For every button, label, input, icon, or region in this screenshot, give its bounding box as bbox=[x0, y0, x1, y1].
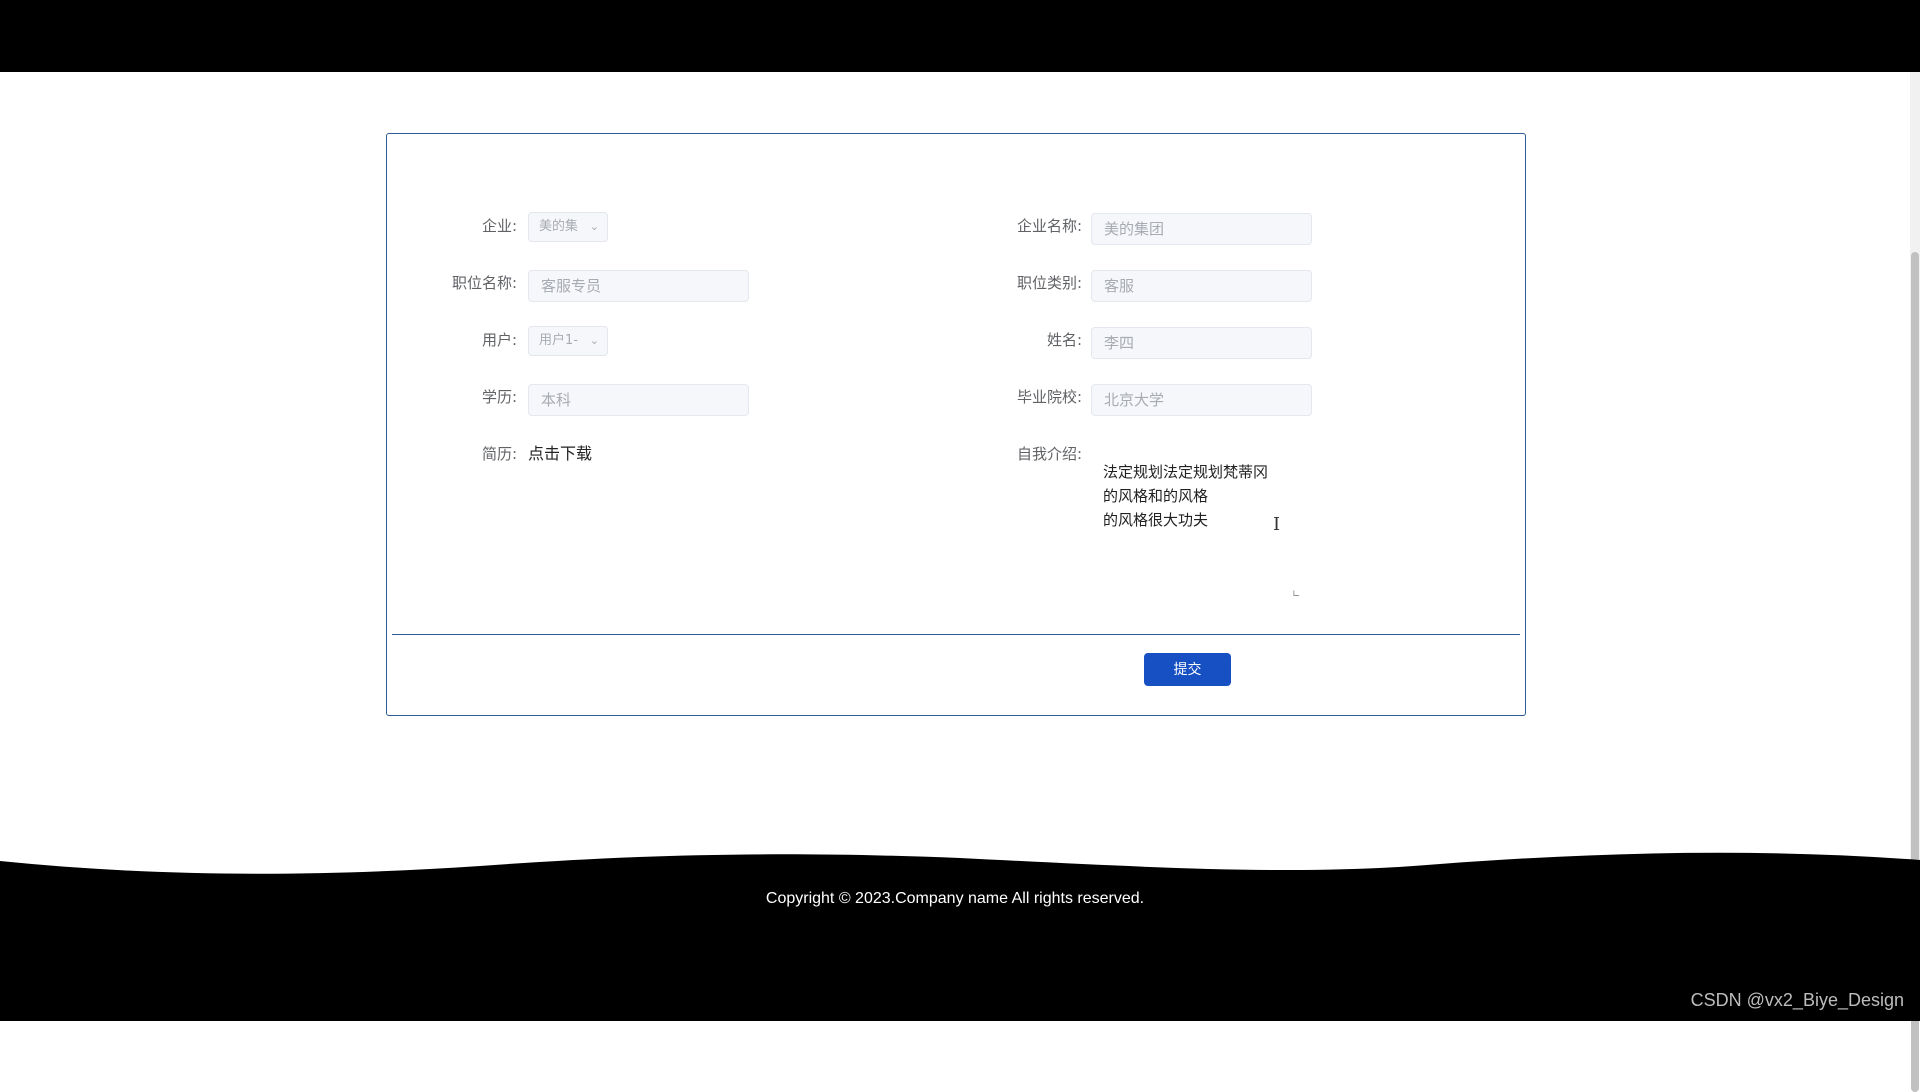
submit-button[interactable]: 提交 bbox=[1144, 653, 1231, 686]
company-select[interactable]: 美的集 ⌄ bbox=[528, 212, 608, 242]
chevron-down-icon: ⌄ bbox=[589, 334, 599, 347]
school-label: 毕业院校: bbox=[1016, 388, 1082, 406]
resize-handle-icon[interactable]: ∟ bbox=[1292, 590, 1302, 600]
user-label: 用户: bbox=[481, 331, 517, 349]
top-header-bar bbox=[0, 0, 1920, 72]
text-cursor-icon: I bbox=[1273, 514, 1281, 535]
job-title-label: 职位名称: bbox=[451, 274, 517, 292]
intro-label: 自我介绍: bbox=[1016, 445, 1082, 463]
job-category-input[interactable]: 客服 bbox=[1091, 270, 1312, 302]
detail-form-card: 企业: 美的集 ⌄ 企业名称: 美的集团 职位名称: 客服专员 职位类别: 客服… bbox=[386, 133, 1526, 716]
chevron-down-icon: ⌄ bbox=[589, 220, 599, 233]
education-input[interactable]: 本科 bbox=[528, 384, 749, 416]
user-select[interactable]: 用户1- ⌄ bbox=[528, 326, 608, 356]
job-title-input[interactable]: 客服专员 bbox=[528, 270, 749, 302]
name-input[interactable]: 李四 bbox=[1091, 327, 1312, 359]
company-label: 企业: bbox=[481, 217, 517, 235]
footer-copyright: Copyright © 2023.Company name All rights… bbox=[765, 890, 1145, 907]
resume-label: 简历: bbox=[481, 445, 517, 463]
name-label: 姓名: bbox=[1046, 331, 1082, 349]
education-label: 学历: bbox=[481, 388, 517, 406]
resume-download-link[interactable]: 点击下载 bbox=[528, 443, 592, 465]
company-name-label: 企业名称: bbox=[1016, 217, 1082, 235]
form-divider bbox=[392, 634, 1520, 635]
school-input[interactable]: 北京大学 bbox=[1091, 384, 1312, 416]
job-category-label: 职位类别: bbox=[1016, 274, 1082, 292]
company-name-input[interactable]: 美的集团 bbox=[1091, 213, 1312, 245]
company-select-value: 美的集 bbox=[539, 219, 579, 234]
user-select-value: 用户1- bbox=[539, 333, 578, 348]
watermark: CSDN @vx2_Biye_Design bbox=[1690, 990, 1904, 1010]
footer-wave-background bbox=[0, 852, 1920, 1021]
self-intro-textarea[interactable]: 法定规划法定规划梵蒂冈 的风格和的风格 的风格很大功夫 bbox=[1091, 452, 1301, 610]
